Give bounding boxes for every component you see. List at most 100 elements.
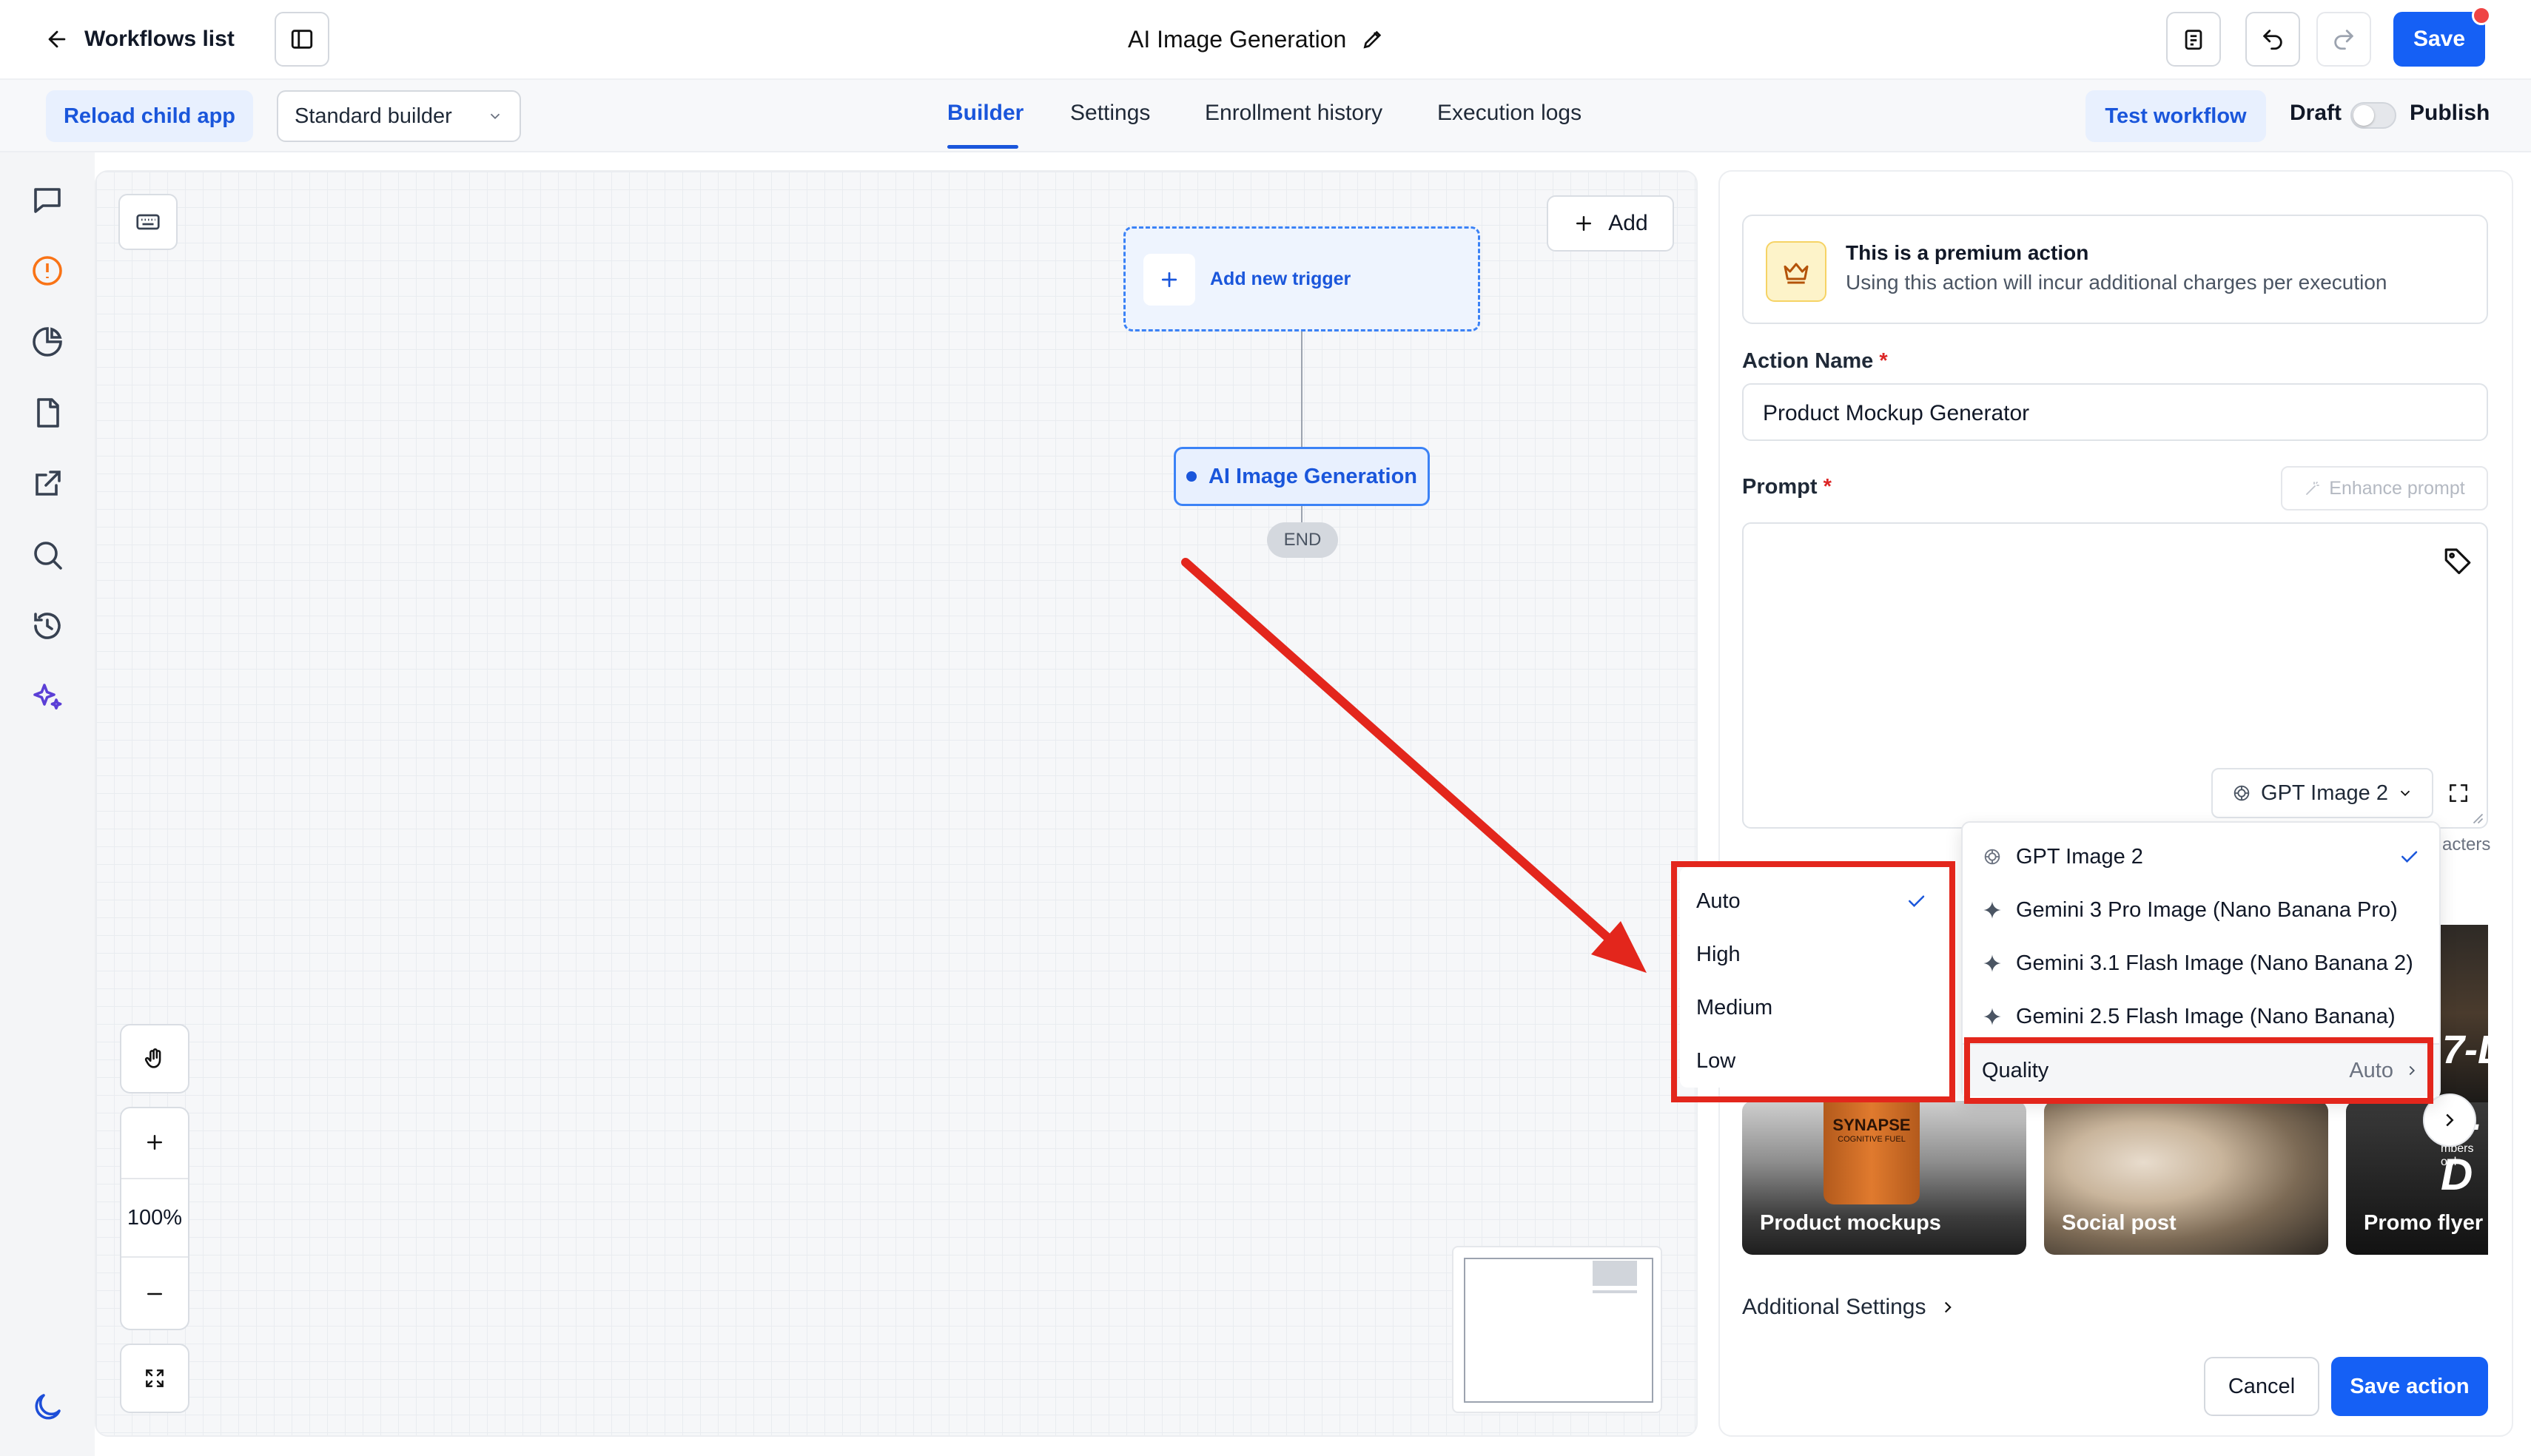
connector-line — [1301, 506, 1303, 524]
panel-left-icon — [289, 27, 315, 52]
chevron-right-icon — [2438, 1109, 2461, 1131]
quality-submenu-highlight-box — [1671, 861, 1955, 1102]
enhance-prompt-label: Enhance prompt — [2329, 477, 2465, 499]
check-icon — [2398, 846, 2420, 868]
prompt-label-text: Prompt — [1742, 475, 1818, 499]
model-option-gpt-image-2[interactable]: GPT Image 2 — [1963, 832, 2439, 882]
external-link-icon[interactable] — [30, 466, 65, 502]
premium-title: This is a premium action — [1846, 241, 2089, 264]
model-option-gemini-3-1-flash[interactable]: Gemini 3.1 Flash Image (Nano Banana 2) — [1963, 938, 2439, 988]
save-action-label: Save action — [2350, 1374, 2470, 1398]
back-to-workflows-link[interactable]: Workflows list — [44, 21, 235, 58]
zoom-in-button[interactable] — [121, 1108, 188, 1176]
undo-button[interactable] — [2245, 12, 2300, 67]
action-name-input[interactable]: Product Mockup Generator — [1742, 383, 2488, 441]
keyboard-icon — [135, 209, 161, 235]
hand-tool-button[interactable] — [120, 1024, 189, 1093]
add-label: Add — [1608, 211, 1648, 235]
model-option-label: Gemini 3.1 Flash Image (Nano Banana 2) — [2016, 951, 2413, 975]
trigger-plus-box — [1143, 254, 1195, 306]
expand-icon[interactable] — [2447, 781, 2470, 805]
divider — [121, 1256, 188, 1258]
notes-button[interactable] — [2166, 12, 2221, 67]
pie-chart-icon[interactable] — [30, 324, 65, 360]
tab-builder[interactable]: Builder — [947, 101, 1024, 126]
tab-execution-logs[interactable]: Execution logs — [1437, 101, 1582, 126]
template-label: Product mockups — [1760, 1211, 1941, 1235]
sparkle-icon — [1982, 900, 2003, 920]
sparkle-icon — [1982, 953, 2003, 974]
tab-enrollment-history[interactable]: Enrollment history — [1205, 101, 1382, 126]
minus-icon — [144, 1283, 166, 1305]
annotation-arrow — [1181, 558, 1647, 973]
required-asterisk: * — [1879, 349, 1888, 373]
redo-button[interactable] — [2316, 12, 2371, 67]
action-name-label: Action Name * — [1742, 349, 1888, 374]
add-trigger-node[interactable]: Add new trigger — [1123, 226, 1480, 331]
node-status-dot — [1186, 471, 1197, 482]
connector-line — [1301, 331, 1303, 448]
zoom-level: 100% — [121, 1181, 188, 1255]
tag-icon[interactable] — [2442, 545, 2473, 576]
prompt-label: Prompt * — [1742, 475, 1832, 499]
minimap-node — [1593, 1290, 1637, 1293]
prompt-textarea[interactable]: GPT Image 2 — [1742, 522, 2488, 829]
enhance-prompt-button[interactable]: Enhance prompt — [2281, 466, 2488, 510]
keyboard-shortcuts-button[interactable] — [118, 194, 178, 250]
template-label: Social post — [2062, 1211, 2177, 1235]
openai-icon — [1982, 846, 2003, 867]
plus-icon — [1158, 269, 1180, 291]
search-icon[interactable] — [30, 537, 65, 573]
fit-view-button[interactable] — [120, 1344, 189, 1413]
workflow-title[interactable]: AI Image Generation — [1128, 21, 1385, 58]
minimap[interactable] — [1452, 1246, 1662, 1413]
plus-icon — [144, 1131, 166, 1153]
save-button[interactable]: Save — [2393, 12, 2485, 67]
page-title: AI Image Generation — [1128, 25, 1347, 53]
test-workflow-label: Test workflow — [2105, 104, 2247, 128]
moon-icon[interactable] — [30, 1389, 65, 1425]
builder-select[interactable]: Standard builder — [277, 90, 521, 142]
model-option-label: GPT Image 2 — [2016, 844, 2143, 869]
reload-label: Reload child app — [63, 104, 236, 128]
file-icon[interactable] — [30, 395, 65, 431]
arrow-left-icon — [44, 27, 70, 52]
pencil-icon[interactable] — [1361, 27, 1385, 51]
action-name-value: Product Mockup Generator — [1763, 401, 2030, 425]
template-social-post[interactable]: Social post — [2044, 1101, 2328, 1255]
model-select[interactable]: GPT Image 2 — [2211, 768, 2433, 818]
reload-child-app-button[interactable]: Reload child app — [46, 90, 253, 142]
cancel-button[interactable]: Cancel — [2204, 1357, 2319, 1416]
add-trigger-label: Add new trigger — [1210, 269, 1351, 289]
clipboard-icon — [2181, 27, 2206, 52]
zoom-level-text: 100% — [127, 1205, 183, 1230]
template-label: Promo flyer — [2364, 1211, 2484, 1235]
additional-settings-toggle[interactable]: Additional Settings — [1742, 1290, 1957, 1324]
history-icon[interactable] — [30, 608, 65, 644]
chat-icon[interactable] — [30, 182, 65, 218]
resize-handle-icon[interactable] — [2470, 811, 2484, 824]
minimap-node — [1593, 1261, 1637, 1286]
alert-circle-icon[interactable] — [30, 253, 65, 289]
premium-banner: This is a premium action Using this acti… — [1742, 215, 2488, 324]
divider — [121, 1178, 188, 1179]
tab-settings[interactable]: Settings — [1070, 101, 1150, 126]
bottle-brand: SYNAPSE — [1832, 1116, 1911, 1134]
cancel-label: Cancel — [2228, 1374, 2296, 1398]
template-image-strip — [2439, 925, 2488, 1102]
toggle-sidebar-button[interactable] — [275, 12, 329, 67]
test-workflow-button[interactable]: Test workflow — [2085, 90, 2266, 142]
model-option-gemini-3-pro[interactable]: Gemini 3 Pro Image (Nano Banana Pro) — [1963, 885, 2439, 935]
template-product-mockups[interactable]: SYNAPSE COGNITIVE FUEL Product mockups — [1742, 1101, 2026, 1255]
crown-icon — [1781, 257, 1811, 286]
model-option-gemini-2-5-flash[interactable]: Gemini 2.5 Flash Image (Nano Banana) — [1963, 991, 2439, 1042]
ai-image-generation-node[interactable]: AI Image Generation — [1174, 447, 1430, 506]
publish-toggle[interactable] — [2350, 102, 2396, 129]
tab-builder-underline — [947, 145, 1018, 149]
sparkles-icon[interactable] — [30, 679, 65, 715]
bottle-image: SYNAPSE COGNITIVE FUEL — [1824, 1101, 1920, 1204]
add-node-button[interactable]: Add — [1547, 195, 1674, 252]
redo-icon — [2331, 27, 2356, 52]
zoom-out-button[interactable] — [121, 1259, 188, 1329]
save-action-button[interactable]: Save action — [2331, 1357, 2488, 1416]
